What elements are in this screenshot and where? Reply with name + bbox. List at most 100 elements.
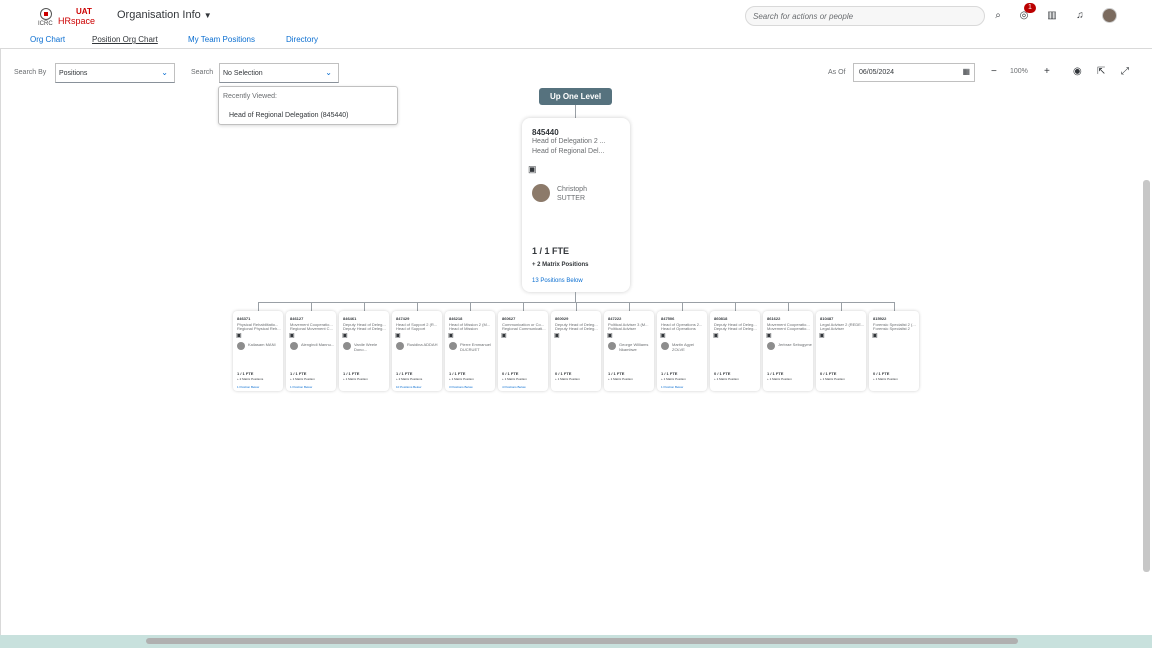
incumbent-name: Pierre Emmanuel DUCRUET [460,342,491,352]
search-by-value: Positions [59,70,88,77]
content-border [0,49,1,635]
child-position-card[interactable]: 847222 Political Adviser 3 (M... Political… [604,311,654,391]
position-search-input[interactable]: No Selection ⌄ [219,63,339,83]
positions-below-link[interactable]: 1 Position Below [290,385,312,389]
eye-icon[interactable]: ◉ [1073,66,1082,77]
clipboard-icon[interactable]: ▣ [289,332,295,339]
child-position-card[interactable]: 847506 Head of Operations 2... Head of Ope… [657,311,707,391]
dropdown-header: Recently Viewed: [223,93,277,100]
bell-icon[interactable]: ♫ [1072,8,1088,24]
position-subtitle: Political Adviser [608,326,637,331]
position-id: 860627 [502,316,516,321]
position-subtitle: Head of Operations [661,326,696,331]
clipboard-icon[interactable]: ▣ [713,332,719,339]
connector [523,302,524,311]
zoom-in-icon[interactable]: + [1044,66,1050,77]
matrix-positions[interactable]: + 2 Matrix Positions [396,377,422,381]
vertical-scrollbar[interactable] [1143,180,1150,572]
clipboard-icon[interactable]: ▣ [607,332,613,339]
matrix-positions[interactable]: + 2 Matrix Positions [237,377,263,381]
position-subtitle: Deputy Head of Deleg... [343,326,386,331]
clipboard-icon[interactable]: ▣ [554,332,560,339]
child-position-card[interactable]: 860029 Deputy Head of Deleg... Deputy Head… [551,311,601,391]
fte-count: 0 / 1 FTE [502,371,519,376]
positions-below-link[interactable]: 4 Positions Below [502,385,526,389]
matrix-positions[interactable]: + 1 Matrix Position [820,377,845,381]
child-position-card[interactable]: 810487 Legal Adviser 2 (REDE... Legal Advi… [816,311,866,391]
clipboard-icon[interactable]: ▣ [819,332,825,339]
child-position-card[interactable]: 847429 Head of Support 2 (R... Head of Sup… [392,311,442,391]
matrix-positions[interactable]: + 1 Matrix Position [608,377,633,381]
matrix-positions[interactable]: + 1 Matrix Position [767,377,792,381]
matrix-positions[interactable]: + 1 Matrix Position [661,377,686,381]
app-logo[interactable]: ICRC UAT HRspace [36,6,96,28]
clipboard-icon[interactable]: ▣ [660,332,666,339]
matrix-positions[interactable]: + 1 Matrix Position [449,377,474,381]
matrix-positions[interactable]: + 1 Matrix Position [714,377,739,381]
caret-down-icon: ▼ [203,11,212,20]
child-position-card[interactable]: 815922 Forensic Specialist 2 (... Forensic… [869,311,919,391]
positions-below-link[interactable]: 3 Positions Below [449,385,473,389]
menu-book-icon[interactable]: ▥ [1044,8,1060,24]
connector [258,302,259,311]
incumbent-photo [290,342,298,350]
clipboard-icon[interactable]: ▣ [236,332,242,339]
search-by-select[interactable]: Positions ⌄ [55,63,175,83]
clipboard-icon[interactable]: ▣ [448,332,454,339]
as-of-date-picker[interactable]: 06/05/2024 ▦ [853,63,975,82]
child-position-card[interactable]: 846461 Deputy Head of Deleg... Deputy Head… [339,311,389,391]
up-one-level-button[interactable]: Up One Level [539,88,612,105]
connector [894,302,895,311]
clipboard-icon[interactable]: ▣ [501,332,507,339]
global-search-input[interactable]: Search for actions or people [745,6,985,26]
position-subtitle: Regional Movement C... [290,326,333,331]
connector [417,302,418,311]
incumbent-name: Jerbrae Sebugyme [778,342,812,347]
connector [364,302,365,311]
fullscreen-icon[interactable]: ⤢ [1121,66,1129,77]
zoom-level: 100% [1010,68,1028,75]
matrix-positions[interactable]: + 1 Matrix Position [343,377,368,381]
child-position-card[interactable]: 860627 Communication or Co... Regional Com… [498,311,548,391]
clipboard-icon[interactable]: ▣ [766,332,772,339]
tab-my-team-positions[interactable]: My Team Positions [188,35,255,44]
positions-below-link[interactable]: 1 Position Below [237,385,259,389]
matrix-positions[interactable]: + 1 Matrix Position [290,377,315,381]
main-position-card[interactable]: 845440 Head of Delegation 2 ... Head of … [522,118,630,292]
tab-position-org-chart[interactable]: Position Org Chart [92,35,158,44]
fte-count: 1 / 1 FTE [237,371,254,376]
child-position-card[interactable]: 861622 Movement Cooperatio... Movement Coo… [763,311,813,391]
zoom-out-icon[interactable]: − [991,66,997,77]
clipboard-icon[interactable]: ▣ [528,164,537,175]
matrix-positions[interactable]: + 1 Matrix Position [502,377,527,381]
recent-dropdown: Recently Viewed: Head of Regional Delega… [218,86,398,125]
export-icon[interactable]: ⇱ [1097,66,1105,77]
clipboard-icon[interactable]: ▣ [395,332,401,339]
tab-directory[interactable]: Directory [286,35,318,44]
positions-below-link[interactable]: 13 Positions Below [532,278,583,284]
child-position-card[interactable]: 846371 Physical Rehabilitatio... Regional … [233,311,283,391]
dropdown-item[interactable]: Head of Regional Delegation (845440) [229,112,348,119]
position-id: 815922 [873,316,887,321]
horizontal-scrollbar[interactable] [146,638,1018,644]
chevron-down-icon: ⌄ [161,68,168,77]
user-avatar[interactable] [1102,8,1117,23]
search-label: Search [191,69,214,76]
app-title-menu[interactable]: Organisation Info ▼ [117,9,212,21]
positions-below-link[interactable]: 10 Positions Below [396,385,421,389]
incumbent-photo [532,184,550,202]
clipboard-icon[interactable]: ▣ [342,332,348,339]
search-icon[interactable]: ⌕ [990,8,1006,24]
tab-org-chart[interactable]: Org Chart [30,35,65,44]
matrix-positions[interactable]: + 1 Matrix Position [873,377,898,381]
child-position-card[interactable]: 846218 Head of Mission 2 (M... Head of Mis… [445,311,495,391]
matrix-positions[interactable]: + 1 Matrix Position [555,377,580,381]
matrix-positions[interactable]: + 2 Matrix Positions [532,262,589,268]
calendar-icon[interactable]: ▦ [962,67,970,76]
positions-below-link[interactable]: 1 Position Below [661,385,683,389]
logo-environment: UAT [76,7,92,16]
child-position-card[interactable]: 846127 Movement Cooperatio... Regional Mov… [286,311,336,391]
child-position-card[interactable]: 860818 Deputy Head of Deleg... Deputy Head… [710,311,760,391]
connector [576,302,577,311]
clipboard-icon[interactable]: ▣ [872,332,878,339]
